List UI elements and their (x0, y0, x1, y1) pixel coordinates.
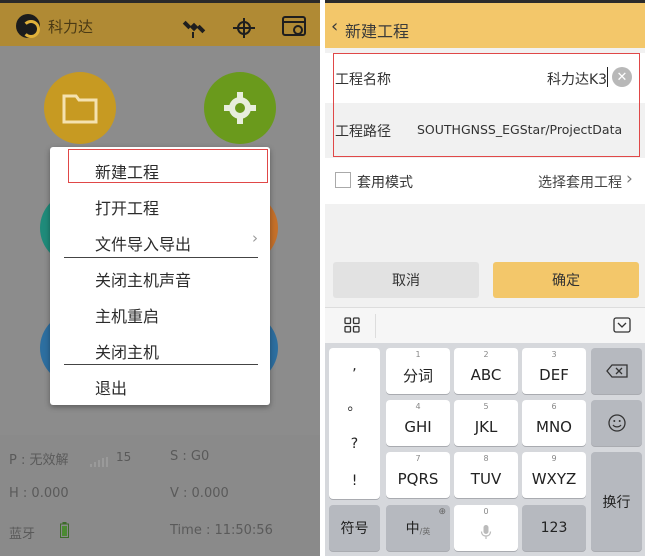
status-panel: P : 无效解 15 S : G0 H : 0.000 V : 0.000 蓝牙… (0, 435, 320, 556)
chevron-right-icon: › (252, 229, 258, 247)
keyboard: , 。 ? ! 1 分词 2 ABC 3 DEF 4 GHI 5 JKL 6 MNO 7 PQ… (325, 343, 645, 556)
menu-item-import-export[interactable]: 文件导入导出 (95, 231, 191, 255)
project-menu: 新建工程 打开工程 文件导入导出 › 关闭主机声音 主机重启 关闭主机 退出 (50, 147, 270, 405)
menu-item-shutdown-host[interactable]: 关闭主机 (95, 339, 159, 363)
key-5[interactable]: 5 JKL (454, 400, 518, 446)
crosshair-icon[interactable] (230, 13, 258, 41)
menu-item-restart-host[interactable]: 主机重启 (95, 303, 159, 327)
menu-item-exit[interactable]: 退出 (95, 375, 127, 399)
select-template-link[interactable]: 选择套用工程 (538, 172, 622, 192)
key-8[interactable]: 8 TUV (454, 452, 518, 498)
page-title: 新建工程 (345, 22, 410, 41)
top-bar: 科力达 (0, 0, 320, 46)
backspace-key[interactable] (591, 348, 642, 394)
solution-status: P : 无效解 (9, 453, 69, 468)
menu-item-open-project[interactable]: 打开工程 (95, 195, 159, 219)
folder-icon (62, 94, 98, 124)
globe-icon: ⊕ (438, 507, 446, 517)
app-title: 科力达 (48, 18, 94, 36)
satellite-icon[interactable] (180, 13, 208, 41)
numeric-key[interactable]: 123 (522, 505, 586, 551)
punct-key[interactable]: 。 (348, 395, 362, 415)
bluetooth-label: 蓝牙 (9, 527, 36, 542)
left-screen: 科力达 P : 无效解 15 S : G0 H : 0.000 V : 0.00… (0, 0, 320, 556)
back-chevron-icon[interactable]: ‹ (331, 16, 338, 37)
key-2[interactable]: 2 ABC (454, 348, 518, 394)
template-mode-label: 套用模式 (357, 175, 413, 191)
key-6[interactable]: 6 MNO (522, 400, 586, 446)
emoji-key[interactable] (591, 400, 642, 446)
cancel-button[interactable]: 取消 (333, 262, 479, 298)
language-key-sub: /英 (419, 526, 431, 536)
punct-key[interactable]: ! (352, 473, 358, 489)
h-value: H : 0.000 (9, 486, 69, 501)
space-key[interactable]: 0 (454, 505, 518, 551)
right-screen: ‹ 新建工程 工程名称 科力达K3 ✕ 工程路径 SOUTHGNSS_EGSta… (325, 0, 645, 556)
signal-icon (90, 452, 110, 467)
key-1[interactable]: 1 分词 (386, 348, 450, 394)
key-4[interactable]: 4 GHI (386, 400, 450, 446)
punct-key[interactable]: , (352, 358, 356, 374)
keyboard-toolbar (325, 307, 645, 343)
toolbar-divider (375, 314, 376, 338)
gear-icon (224, 92, 256, 124)
device-settings-icon[interactable] (280, 13, 308, 41)
key-7[interactable]: 7 PQRS (386, 452, 450, 498)
symbol-key[interactable]: 符号 (329, 505, 380, 551)
project-folder-button[interactable] (44, 72, 116, 144)
time-value: Time : 11:50:56 (170, 523, 273, 538)
menu-item-mute-host[interactable]: 关闭主机声音 (95, 267, 191, 291)
confirm-button[interactable]: 确定 (493, 262, 639, 298)
menu-divider (64, 257, 258, 258)
chevron-right-icon: › (626, 169, 633, 189)
smiley-icon (607, 414, 626, 432)
hide-keyboard-icon[interactable] (613, 317, 631, 333)
battery-icon (60, 522, 69, 538)
language-key-label: 中 (405, 521, 420, 537)
newline-key[interactable]: 换行 (591, 452, 642, 551)
menu-divider (64, 364, 258, 365)
grid-icon[interactable] (344, 317, 360, 333)
satellite-count: 15 (116, 450, 132, 464)
key-3[interactable]: 3 DEF (522, 348, 586, 394)
language-key[interactable]: 中/英 ⊕ (386, 505, 450, 551)
menu-item-new-project[interactable]: 新建工程 (95, 159, 159, 183)
settings-button[interactable] (204, 72, 276, 144)
highlight-box (333, 53, 640, 157)
backspace-icon (605, 364, 628, 378)
punctuation-column[interactable]: , 。 ? ! (329, 348, 380, 499)
s-status: S : G0 (170, 449, 210, 464)
v-value: V : 0.000 (170, 486, 229, 501)
template-mode-row: 套用模式 选择套用工程 › (325, 158, 645, 204)
header-bar: ‹ 新建工程 (325, 0, 645, 48)
app-logo-icon (16, 14, 40, 38)
key-9[interactable]: 9 WXYZ (522, 452, 586, 498)
template-mode-checkbox[interactable] (335, 172, 351, 188)
punct-key[interactable]: ? (351, 436, 358, 452)
microphone-icon (480, 525, 492, 539)
